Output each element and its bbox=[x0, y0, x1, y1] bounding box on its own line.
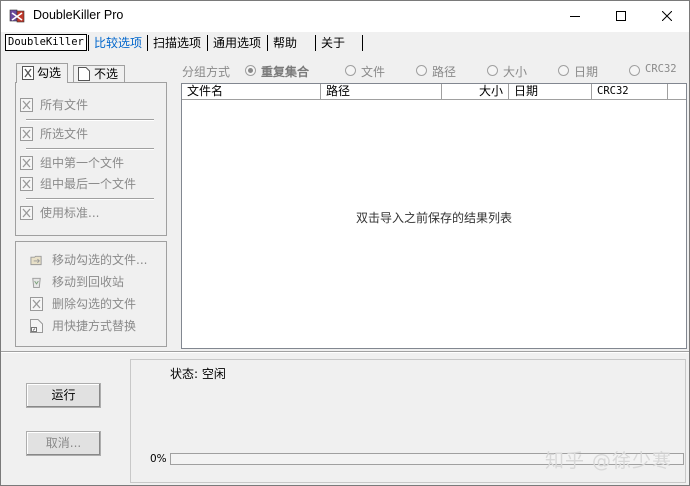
column-header-filename[interactable]: 文件名 bbox=[182, 84, 321, 100]
delete-file-icon bbox=[30, 297, 43, 311]
column-header-path[interactable]: 路径 bbox=[321, 84, 442, 100]
tab-separator bbox=[147, 35, 148, 51]
check-file-icon bbox=[20, 98, 33, 112]
radio-indicator bbox=[558, 65, 569, 76]
radio-label: 重复集合 bbox=[261, 65, 310, 79]
subtab-check[interactable]: 勾选 bbox=[16, 63, 69, 83]
radio-label: 大小 bbox=[503, 65, 528, 79]
radio-label: 文件 bbox=[361, 65, 386, 79]
radio-group-file[interactable]: 文件 bbox=[343, 63, 385, 80]
column-header-filler bbox=[668, 84, 686, 100]
check-file-icon bbox=[20, 156, 33, 170]
radio-indicator bbox=[487, 65, 498, 76]
shortcut-icon bbox=[30, 319, 43, 333]
cancel-button[interactable]: 取消... bbox=[26, 431, 101, 456]
divider bbox=[1, 351, 689, 353]
radio-group-crc32[interactable]: CRC32 bbox=[627, 63, 677, 76]
blank-file-icon bbox=[78, 67, 90, 81]
action-label: 移动勾选的文件... bbox=[52, 253, 148, 267]
action-label: 用快捷方式替换 bbox=[52, 319, 137, 333]
tab-compare-options[interactable]: 比较选项 bbox=[91, 34, 145, 52]
tab-help[interactable]: 帮助 bbox=[270, 34, 300, 52]
radio-group-size[interactable]: 大小 bbox=[485, 63, 527, 80]
folder-move-icon bbox=[30, 255, 42, 266]
app-icon bbox=[9, 9, 25, 23]
tab-separator bbox=[267, 35, 268, 51]
minimize-icon bbox=[570, 16, 580, 17]
radio-label: 日期 bbox=[574, 65, 599, 79]
tab-doublekiller[interactable]: DoubleKiller bbox=[5, 34, 87, 51]
grouping-label: 分组方式 bbox=[182, 65, 231, 79]
window-title: DoubleKiller Pro bbox=[33, 8, 124, 22]
menu-item-first-in-group[interactable]: 组中第一个文件 bbox=[16, 154, 124, 172]
radio-label: CRC32 bbox=[645, 63, 677, 75]
tab-separator bbox=[207, 35, 208, 51]
radio-indicator bbox=[629, 65, 640, 76]
menu-item-use-criteria[interactable]: 使用标准... bbox=[16, 204, 99, 222]
menu-item-label: 组中第一个文件 bbox=[40, 156, 125, 170]
action-delete-checked[interactable]: 删除勾选的文件 bbox=[16, 295, 136, 313]
status-text: 状态: 空闲 bbox=[170, 367, 226, 381]
check-file-icon bbox=[20, 206, 33, 220]
title-bar: DoubleKiller Pro bbox=[1, 1, 689, 32]
radio-group-date[interactable]: 日期 bbox=[556, 63, 598, 80]
action-label: 删除勾选的文件 bbox=[52, 297, 137, 311]
watermark: 知乎 @徐少寒 bbox=[545, 450, 673, 472]
column-header-date[interactable]: 日期 bbox=[509, 84, 592, 100]
close-button[interactable] bbox=[644, 1, 690, 31]
close-icon bbox=[662, 11, 672, 21]
menu-item-last-in-group[interactable]: 组中最后一个文件 bbox=[16, 175, 136, 193]
check-menu-panel: 所有文件 所选文件 组中第一个文件 组中最后一个文件 使用标准... bbox=[15, 82, 167, 236]
menu-item-label: 所有文件 bbox=[40, 98, 89, 112]
tab-about[interactable]: 关于 bbox=[318, 34, 348, 52]
tab-general-options[interactable]: 通用选项 bbox=[210, 34, 264, 52]
radio-label: 路径 bbox=[432, 65, 457, 79]
recycle-bin-icon bbox=[32, 277, 41, 289]
maximize-button[interactable] bbox=[598, 1, 644, 31]
column-header-size[interactable]: 大小 bbox=[442, 84, 509, 100]
subtab-check-label: 勾选 bbox=[37, 66, 62, 80]
actions-panel: 移动勾选的文件... 移动到回收站 删除勾选的文件 用快捷方式替换 bbox=[15, 241, 167, 347]
column-header-crc32[interactable]: CRC32 bbox=[592, 84, 668, 100]
menu-item-label: 组中最后一个文件 bbox=[40, 177, 137, 191]
radio-indicator bbox=[245, 65, 256, 76]
maximize-icon bbox=[616, 11, 626, 21]
menu-item-all-files[interactable]: 所有文件 bbox=[16, 96, 88, 114]
action-move-to-recycle-bin[interactable]: 移动到回收站 bbox=[16, 273, 124, 291]
action-replace-with-shortcut[interactable]: 用快捷方式替换 bbox=[16, 317, 136, 335]
action-move-checked[interactable]: 移动勾选的文件... bbox=[16, 251, 147, 269]
divider bbox=[26, 119, 154, 121]
radio-indicator bbox=[345, 65, 356, 76]
check-file-icon bbox=[20, 127, 33, 141]
check-file-icon bbox=[22, 66, 34, 80]
tab-separator bbox=[315, 35, 316, 51]
tab-separator bbox=[88, 35, 89, 51]
app-window: DoubleKiller Pro DoubleKiller 比较选项 扫描选项 … bbox=[0, 0, 690, 486]
radio-indicator bbox=[416, 65, 427, 76]
progress-label: 0% bbox=[150, 453, 167, 465]
action-label: 移动到回收站 bbox=[52, 275, 125, 289]
menu-item-label: 所选文件 bbox=[40, 127, 89, 141]
tab-separator bbox=[362, 35, 363, 51]
subtab-uncheck[interactable]: 不选 bbox=[73, 65, 126, 83]
tab-scan-options[interactable]: 扫描选项 bbox=[150, 34, 204, 52]
run-button[interactable]: 运行 bbox=[26, 383, 101, 408]
check-file-icon bbox=[20, 177, 33, 191]
radio-group-duplicate-set[interactable]: 重复集合 bbox=[243, 63, 309, 80]
menu-item-selected-files[interactable]: 所选文件 bbox=[16, 125, 88, 143]
subtab-uncheck-label: 不选 bbox=[94, 67, 119, 81]
divider bbox=[26, 148, 154, 150]
empty-list-message: 双击导入之前保存的结果列表 bbox=[355, 211, 512, 225]
minimize-button[interactable] bbox=[552, 1, 598, 31]
results-list[interactable]: 文件名 路径 大小 日期 CRC32 双击导入之前保存的结果列表 bbox=[181, 83, 687, 349]
radio-group-path[interactable]: 路径 bbox=[414, 63, 456, 80]
divider bbox=[26, 198, 154, 200]
menu-item-label: 使用标准... bbox=[40, 206, 100, 220]
